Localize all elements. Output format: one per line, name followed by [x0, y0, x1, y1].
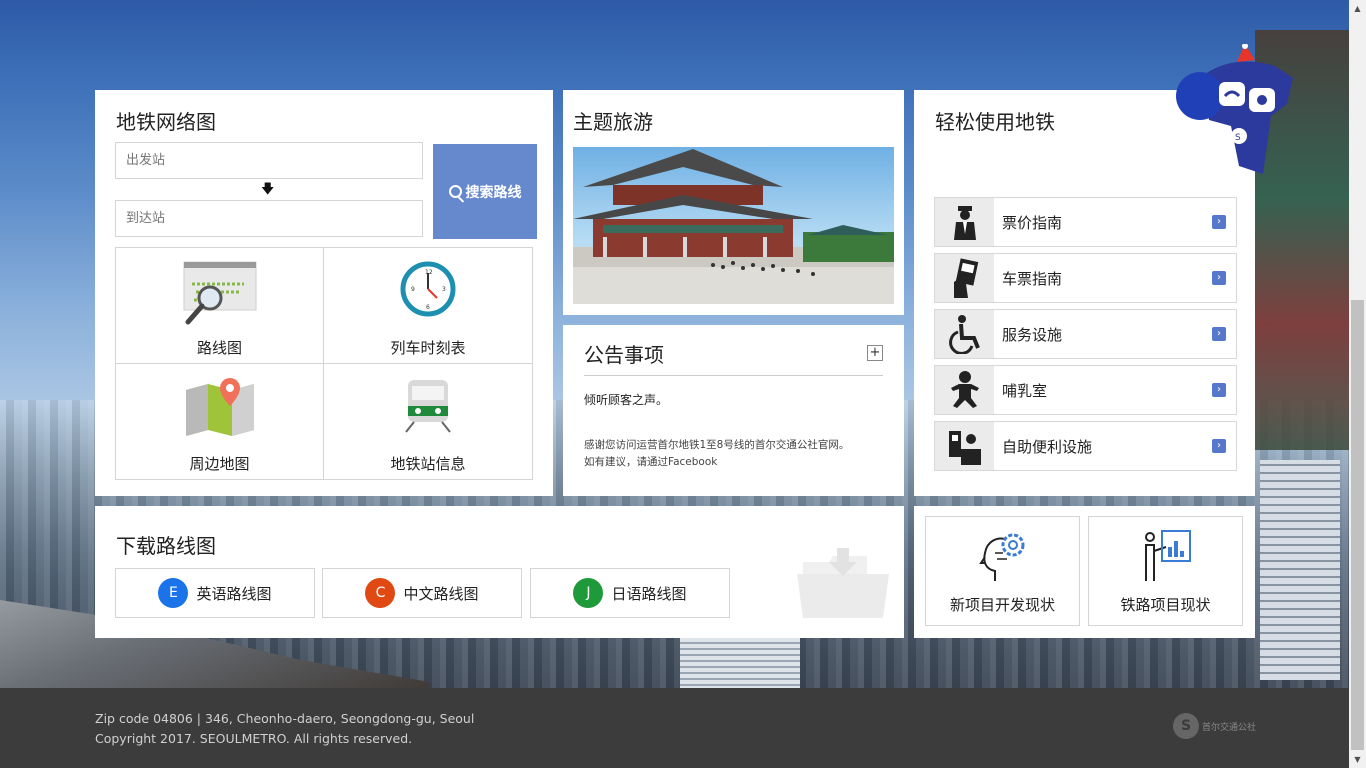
scroll-thumb[interactable]	[1351, 300, 1364, 750]
self-service-link[interactable]: 自助便利设施 ›	[934, 421, 1237, 471]
chevron-right-icon: ›	[1212, 439, 1226, 453]
arrival-station-input[interactable]	[115, 200, 423, 237]
search-route-label: 搜索路线	[465, 184, 522, 201]
route-map-search-icon	[183, 261, 256, 325]
background-building-right	[1260, 460, 1340, 680]
search-icon	[448, 185, 462, 198]
download-route-map-card: 下载路线图 E 英语路线图 C 中文路线图 J 日语路线图	[95, 506, 904, 638]
palace-photo[interactable]	[573, 147, 894, 304]
nearby-map-label: 周边地图	[189, 455, 250, 473]
scroll-up-arrow-icon[interactable]: ▲	[1349, 0, 1366, 17]
scroll-down-arrow-icon[interactable]: ▼	[1349, 751, 1366, 768]
divider	[584, 375, 883, 376]
ticket-guide-label: 车票指南	[1002, 270, 1063, 288]
svg-text:6: 6	[426, 304, 430, 311]
japanese-route-map-label: 日语路线图	[611, 584, 687, 603]
notice-title: 公告事项	[584, 343, 664, 367]
wheelchair-icon	[948, 315, 980, 354]
fare-guide-label: 票价指南	[1002, 214, 1063, 232]
route-map-label: 路线图	[196, 338, 242, 357]
notice-body-line: 感谢您访问运营首尔地铁1至8号线的首尔交通公社官网。	[584, 439, 850, 451]
timetable-link[interactable]: 12 3 6 9 列车时刻表	[324, 248, 532, 364]
chevron-right-icon: ›	[1212, 383, 1226, 397]
baby-icon	[950, 371, 979, 408]
download-folder-icon	[797, 548, 889, 618]
subway-quick-links: 路线图 12 3 6 9 列车时刻表 周边地图 地铁站信息	[115, 247, 533, 480]
footer-address: Zip code 04806 | 346, Cheonho-daero, Seo…	[95, 711, 475, 726]
seoul-metro-logo-icon: S	[1173, 713, 1199, 739]
station-info-link[interactable]: 地铁站信息	[324, 364, 532, 480]
search-route-button[interactable]: 搜索路线	[433, 144, 537, 239]
ticket-icon	[953, 258, 978, 298]
svg-text:9: 9	[411, 286, 415, 293]
new-project-status-label: 新项目开发现状	[949, 596, 1055, 614]
chinese-route-map-label: 中文路线图	[403, 584, 479, 603]
new-project-status-button[interactable]: 新项目开发现状	[925, 516, 1080, 626]
route-map-link[interactable]: 路线图	[116, 248, 324, 364]
departure-station-input[interactable]	[115, 142, 423, 179]
english-badge: E	[158, 578, 189, 608]
notice-body-line: 如有建议，请通过Facebook	[584, 456, 718, 468]
theme-travel-card: 主题旅游	[563, 90, 904, 315]
chevron-right-icon: ›	[1212, 271, 1226, 285]
mascot-icon: S	[1176, 44, 1293, 174]
easy-use-title: 轻松使用地铁	[935, 110, 1055, 134]
presentation-icon	[1144, 530, 1191, 581]
fare-guide-link[interactable]: 票价指南 ›	[934, 197, 1237, 247]
notice-body: 感谢您访问运营首尔地铁1至8号线的首尔交通公社官网。 如有建议，请通过Faceb…	[584, 437, 889, 471]
map-pin-icon	[185, 377, 254, 436]
kiosk-icon	[948, 431, 981, 465]
rail-project-status-label: 铁路项目现状	[1120, 596, 1211, 614]
notice-item[interactable]: 倾听顾客之声。	[584, 391, 668, 408]
train-icon	[405, 379, 451, 433]
timetable-label: 列车时刻表	[390, 338, 466, 357]
english-route-map-label: 英语路线图	[196, 584, 272, 603]
nearby-map-link[interactable]: 周边地图	[116, 363, 324, 479]
seoul-metro-logo[interactable]: S 首尔交通公社	[1173, 713, 1256, 739]
svg-text:S: S	[1235, 133, 1241, 143]
vertical-scrollbar[interactable]: ▲ ▼	[1349, 0, 1366, 768]
station-info-label: 地铁站信息	[390, 455, 466, 473]
footer-copyright: Copyright 2017. SEOULMETRO. All rights r…	[95, 731, 413, 746]
svg-text:3: 3	[442, 286, 446, 293]
svg-text:12: 12	[425, 269, 433, 276]
theme-travel-title: 主题旅游	[573, 110, 653, 134]
chevron-right-icon: ›	[1212, 327, 1226, 341]
service-facilities-label: 服务设施	[1002, 326, 1063, 344]
arrow-down-icon: 🡇	[261, 182, 275, 197]
service-facilities-link[interactable]: 服务设施 ›	[934, 309, 1237, 359]
notice-more-button[interactable]: +	[867, 345, 883, 361]
ticket-guide-link[interactable]: 车票指南 ›	[934, 253, 1237, 303]
self-service-label: 自助便利设施	[1002, 438, 1093, 456]
chinese-badge: C	[365, 578, 396, 608]
gear-head-icon	[978, 533, 1024, 581]
subway-map-card: 地铁网络图 🡇 搜索路线 路线图 12 3 6 9	[95, 90, 553, 496]
clock-icon: 12 3 6 9	[400, 261, 456, 317]
footer: Zip code 04806 | 346, Cheonho-daero, Seo…	[0, 688, 1366, 768]
staff-icon	[953, 206, 976, 240]
japanese-route-map-button[interactable]: J 日语路线图	[530, 568, 730, 618]
chinese-route-map-button[interactable]: C 中文路线图	[322, 568, 522, 618]
rail-project-status-button[interactable]: 铁路项目现状	[1088, 516, 1243, 626]
notice-card: 公告事项 + 倾听顾客之声。 感谢您访问运营首尔地铁1至8号线的首尔交通公社官网…	[563, 325, 904, 496]
nursing-room-link[interactable]: 哺乳室 ›	[934, 365, 1237, 415]
english-route-map-button[interactable]: E 英语路线图	[115, 568, 315, 618]
nursing-room-label: 哺乳室	[1002, 382, 1048, 400]
projects-card: 新项目开发现状 铁路项目现状	[914, 506, 1255, 638]
chevron-right-icon: ›	[1212, 215, 1226, 229]
download-title: 下载路线图	[116, 534, 216, 558]
subway-map-title: 地铁网络图	[116, 110, 216, 134]
seoul-metro-logo-text: 首尔交通公社	[1202, 722, 1257, 733]
japanese-badge: J	[573, 578, 604, 608]
